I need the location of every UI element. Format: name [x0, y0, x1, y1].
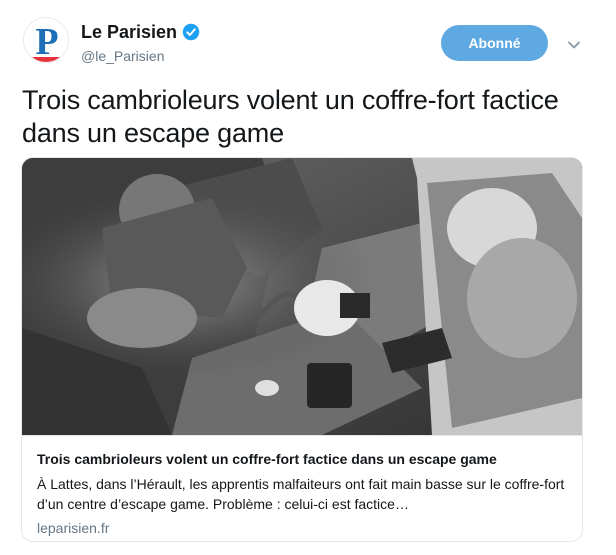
avatar[interactable]: P — [23, 17, 69, 63]
tweet-header: P Le Parisien @le_Parisien Abonné — [0, 0, 616, 80]
avatar-letter: P — [35, 21, 58, 63]
card-body[interactable]: Trois cambrioleurs volent un coffre-fort… — [22, 435, 582, 541]
card-image[interactable] — [22, 158, 582, 435]
display-name[interactable]: Le Parisien — [81, 21, 177, 43]
verified-badge-icon — [182, 23, 200, 41]
surveillance-photo — [22, 158, 582, 435]
card-title[interactable]: Trois cambrioleurs volent un coffre-fort… — [37, 450, 572, 468]
le-parisien-logo: P — [24, 18, 68, 63]
follow-button[interactable]: Abonné — [441, 25, 548, 61]
tweet-text: Trois cambrioleurs volent un coffre-fort… — [22, 85, 559, 148]
chevron-down-icon[interactable] — [567, 38, 581, 52]
handle[interactable]: @le_Parisien — [81, 47, 164, 65]
card-domain[interactable]: leparisien.fr — [37, 519, 109, 537]
link-card[interactable]: Trois cambrioleurs volent un coffre-fort… — [21, 157, 583, 542]
card-description: À Lattes, dans l’Hérault, les apprentis … — [37, 476, 565, 512]
